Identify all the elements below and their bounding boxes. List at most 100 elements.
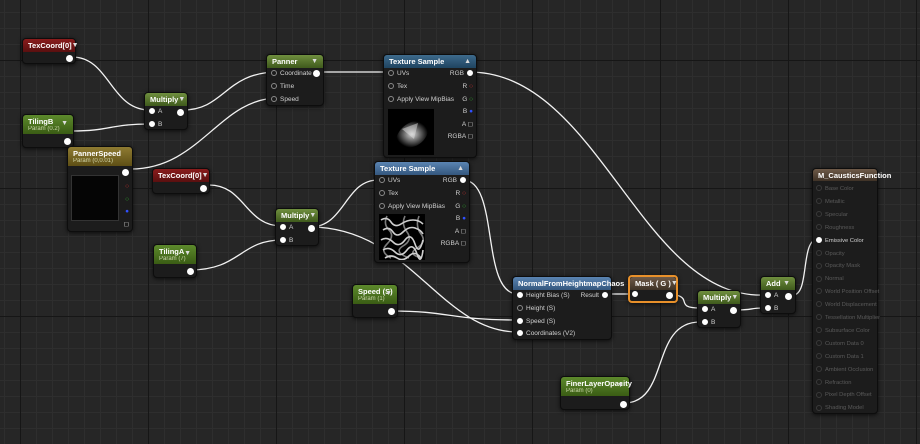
- chevron-down-icon[interactable]: ▼: [309, 212, 316, 219]
- result-pin[interactable]: Refraction: [816, 378, 851, 386]
- input-pin-uvs[interactable]: UVs: [379, 177, 400, 184]
- add-node[interactable]: Add ▼ A B: [760, 276, 796, 314]
- normal-from-heightmap-node[interactable]: NormalFromHeightmapChaos Height Bias (S)…: [512, 276, 624, 340]
- input-pin-mipbias[interactable]: Apply View MipBias: [379, 203, 445, 210]
- output-pin-b[interactable]: B ●: [463, 108, 473, 115]
- collapse-arrow-icon[interactable]: ▲: [457, 165, 464, 172]
- result-pin[interactable]: Specular: [816, 211, 848, 218]
- output-pin-rgba[interactable]: RGBA ◻: [441, 239, 466, 247]
- result-pin[interactable]: Custom Data 0: [816, 340, 864, 347]
- tilingB-param-node[interactable]: TilingB Param (0.2) ▼: [22, 114, 74, 148]
- output-pin[interactable]: [388, 308, 395, 315]
- chevron-down-icon[interactable]: ▼: [671, 280, 678, 287]
- chevron-down-icon[interactable]: ▼: [731, 294, 738, 301]
- material-graph-canvas[interactable]: TexCoord[0] ▼ TilingB Param (0.2) ▼ PannerS…: [0, 0, 920, 444]
- input-pin-mipbias[interactable]: Apply View MipBias: [388, 96, 454, 103]
- input-pin-a[interactable]: A: [149, 108, 162, 115]
- result-pin[interactable]: World Position Offset: [816, 288, 879, 295]
- result-pin[interactable]: Tessellation Multiplier: [816, 314, 880, 321]
- result-pin[interactable]: Subsurface Color: [816, 327, 870, 334]
- result-pin[interactable]: Ambient Occlusion: [816, 365, 873, 373]
- result-pin[interactable]: World Displacement: [816, 301, 877, 308]
- output-pin[interactable]: [177, 109, 184, 116]
- output-pin-b[interactable]: ●: [125, 208, 129, 215]
- input-pin-tex[interactable]: Tex: [379, 190, 398, 197]
- chevron-down-icon[interactable]: ▼: [61, 120, 68, 127]
- result-pin[interactable]: Pixel Depth Offset: [816, 391, 872, 398]
- chevron-down-icon[interactable]: ▼: [178, 96, 185, 103]
- output-pin[interactable]: [620, 401, 627, 408]
- output-pin[interactable]: [308, 225, 315, 232]
- input-pin-speed[interactable]: Speed (S): [517, 318, 555, 325]
- output-pin[interactable]: [785, 293, 792, 300]
- output-pin[interactable]: [187, 268, 194, 275]
- output-pin-rgba[interactable]: RGBA ◻: [448, 132, 473, 140]
- output-pin-g[interactable]: G ○: [455, 203, 466, 210]
- chevron-down-icon[interactable]: ▼: [617, 382, 624, 389]
- result-pin[interactable]: Shading Model: [816, 404, 864, 411]
- texture-sample-node-2[interactable]: Texture Sample ▲ UVs Tex Apply View MipBi…: [374, 161, 470, 263]
- output-pin-rgb[interactable]: RGB: [443, 177, 466, 184]
- output-pin[interactable]: [64, 138, 71, 145]
- input-pin-height-bias[interactable]: Height Bias (S): [517, 292, 570, 299]
- multiply-node-1[interactable]: Multiply ▼ A B: [144, 92, 188, 130]
- material-function-result-node[interactable]: M_CausticsFunction Base Color Metallic Spe…: [812, 168, 891, 414]
- output-pin-g[interactable]: G ○: [462, 96, 473, 103]
- output-pin-a[interactable]: ◻: [124, 220, 129, 228]
- speed-param-node[interactable]: Speed (S) Param (1) ▼: [352, 284, 398, 318]
- output-pin[interactable]: [666, 292, 673, 299]
- output-pin[interactable]: [313, 70, 320, 77]
- input-pin-speed[interactable]: Speed: [271, 96, 299, 103]
- output-pin-result[interactable]: Result: [581, 292, 608, 299]
- input-pin-a[interactable]: A: [702, 306, 715, 313]
- output-pin-a[interactable]: A ◻: [462, 120, 473, 128]
- chevron-down-icon[interactable]: ▼: [184, 250, 191, 257]
- texture-sample-node-1[interactable]: Texture Sample ▲ UVs Tex Apply View MipBi…: [383, 54, 477, 158]
- input-pin-b[interactable]: B: [149, 121, 162, 128]
- output-pin[interactable]: [66, 55, 73, 62]
- panner-node[interactable]: Panner ▼ Coordinate Time Speed: [266, 54, 324, 106]
- input-pin-tex[interactable]: Tex: [388, 83, 407, 90]
- input-pin-coordinate[interactable]: Coordinate: [271, 70, 312, 77]
- input-pin-a[interactable]: A: [765, 292, 778, 299]
- output-pin-b[interactable]: B ●: [456, 215, 466, 222]
- pannerspeed-param-node[interactable]: PannerSpeed Param (0,0.01) ○ ○ ● ◻: [67, 146, 133, 232]
- tilingA-param-node[interactable]: TilingA Param (7) ▼: [153, 244, 197, 278]
- texcoord-node-1[interactable]: TexCoord[0] ▼: [22, 38, 79, 64]
- input-pin[interactable]: [632, 291, 641, 298]
- result-pin[interactable]: Emissive Color: [816, 236, 864, 244]
- result-pin[interactable]: Roughness: [816, 223, 854, 231]
- result-pin[interactable]: Normal: [816, 275, 844, 282]
- input-pin-coordinates[interactable]: Coordinates (V2): [517, 330, 575, 337]
- multiply-node-2[interactable]: Multiply ▼ A B: [275, 208, 319, 246]
- chevron-down-icon[interactable]: ▼: [385, 290, 392, 297]
- input-pin-time[interactable]: Time: [271, 83, 294, 90]
- result-pin[interactable]: Opacity Mask: [816, 262, 860, 269]
- finer-layer-opacity-param-node[interactable]: FinerLayerOpacity Param (0) ▼: [560, 376, 632, 410]
- chevron-down-icon[interactable]: ▼: [202, 172, 209, 179]
- output-pin[interactable]: [200, 185, 207, 192]
- output-pin-rgb[interactable]: RGB: [450, 70, 473, 77]
- chevron-down-icon[interactable]: ▼: [311, 58, 318, 65]
- output-pin-r[interactable]: ○: [125, 183, 129, 190]
- result-pin[interactable]: Base Color: [816, 185, 854, 192]
- mask-node[interactable]: Mask ( G ) ▼: [628, 275, 678, 303]
- output-pin-rgb[interactable]: [122, 169, 129, 176]
- output-pin-g[interactable]: ○: [125, 196, 129, 203]
- multiply-node-3[interactable]: Multiply ▼ A B: [697, 290, 741, 328]
- input-pin-b[interactable]: B: [280, 237, 293, 244]
- chevron-down-icon[interactable]: ▼: [783, 280, 790, 287]
- result-pin[interactable]: Custom Data 1: [816, 352, 864, 360]
- output-pin-r[interactable]: R ○: [463, 83, 473, 90]
- result-pin[interactable]: Opacity: [816, 249, 845, 257]
- chevron-down-icon[interactable]: ▼: [72, 42, 79, 49]
- input-pin-b[interactable]: B: [765, 305, 778, 312]
- output-pin[interactable]: [730, 307, 737, 314]
- result-pin[interactable]: Metallic: [816, 198, 845, 205]
- input-pin-height[interactable]: Height (S): [517, 305, 555, 312]
- output-pin-r[interactable]: R ○: [456, 190, 466, 197]
- collapse-arrow-icon[interactable]: ▲: [464, 58, 471, 65]
- texcoord-node-2[interactable]: TexCoord[0] ▼: [152, 168, 210, 194]
- output-pin-a[interactable]: A ◻: [455, 227, 466, 235]
- input-pin-uvs[interactable]: UVs: [388, 70, 409, 77]
